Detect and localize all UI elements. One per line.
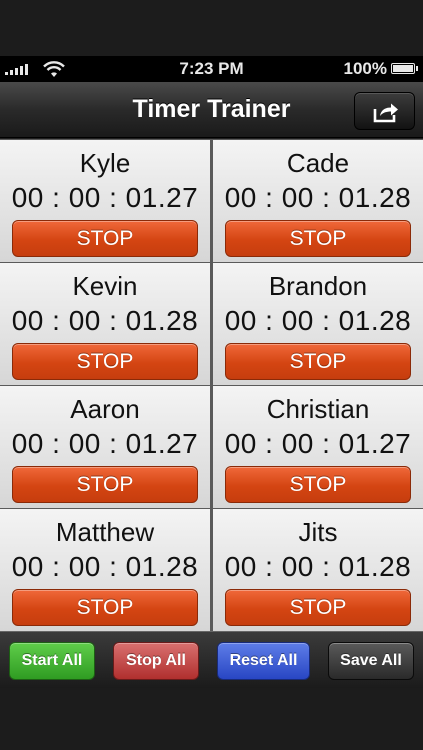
stop-button[interactable]: STOP xyxy=(225,589,411,626)
timer-value: 00 : 00 : 01.28 xyxy=(224,305,412,336)
stop-button[interactable]: STOP xyxy=(12,220,198,257)
stop-button[interactable]: STOP xyxy=(12,343,198,380)
stop-all-button[interactable]: Stop All xyxy=(113,642,199,680)
start-all-button[interactable]: Start All xyxy=(9,642,95,680)
timer-name: Matthew xyxy=(55,517,155,547)
share-button[interactable] xyxy=(354,92,415,130)
timer-cell: Matthew 00 : 00 : 01.28 STOP xyxy=(0,509,210,631)
timer-name: Kevin xyxy=(72,271,138,301)
timer-cell: Kyle 00 : 00 : 01.27 STOP xyxy=(0,140,210,262)
timer-value: 00 : 00 : 01.27 xyxy=(224,428,412,459)
timer-name: Brandon xyxy=(268,271,368,301)
stop-button[interactable]: STOP xyxy=(12,466,198,503)
timer-value: 00 : 00 : 01.28 xyxy=(224,182,412,213)
timer-cell: Cade 00 : 00 : 01.28 STOP xyxy=(213,140,423,262)
timer-cell: Kevin 00 : 00 : 01.28 STOP xyxy=(0,263,210,385)
share-icon xyxy=(373,103,398,123)
timer-value: 00 : 00 : 01.27 xyxy=(11,182,199,213)
stop-button[interactable]: STOP xyxy=(225,343,411,380)
timer-cell: Jits 00 : 00 : 01.28 STOP xyxy=(213,509,423,631)
reset-all-button[interactable]: Reset All xyxy=(217,642,310,680)
stop-button[interactable]: STOP xyxy=(225,466,411,503)
timer-cell: Christian 00 : 00 : 01.27 STOP xyxy=(213,386,423,508)
timer-value: 00 : 00 : 01.28 xyxy=(11,305,199,336)
battery-percent: 100% xyxy=(343,59,387,78)
save-all-button[interactable]: Save All xyxy=(328,642,414,680)
timer-grid: Kyle 00 : 00 : 01.27 STOP Cade 00 : 00 :… xyxy=(0,139,423,631)
timer-name: Kyle xyxy=(79,148,131,178)
navigation-bar: Timer Trainer xyxy=(0,82,423,138)
timer-value: 00 : 00 : 01.28 xyxy=(11,551,199,582)
timer-value: 00 : 00 : 01.28 xyxy=(224,551,412,582)
timer-cell: Brandon 00 : 00 : 01.28 STOP xyxy=(213,263,423,385)
stop-button[interactable]: STOP xyxy=(12,589,198,626)
battery-icon xyxy=(391,63,418,74)
bottom-letterbox xyxy=(0,688,423,750)
stop-button[interactable]: STOP xyxy=(225,220,411,257)
bottom-toolbar: Start All Stop All Reset All Save All xyxy=(0,631,423,688)
top-letterbox xyxy=(0,0,423,56)
timer-name: Jits xyxy=(298,517,338,547)
timer-cell: Aaron 00 : 00 : 01.27 STOP xyxy=(0,386,210,508)
timer-name: Aaron xyxy=(70,394,140,424)
timer-value: 00 : 00 : 01.27 xyxy=(11,428,199,459)
timer-name: Cade xyxy=(286,148,350,178)
timer-name: Christian xyxy=(266,394,370,424)
status-bar: 7:23 PM 100% xyxy=(0,56,423,82)
